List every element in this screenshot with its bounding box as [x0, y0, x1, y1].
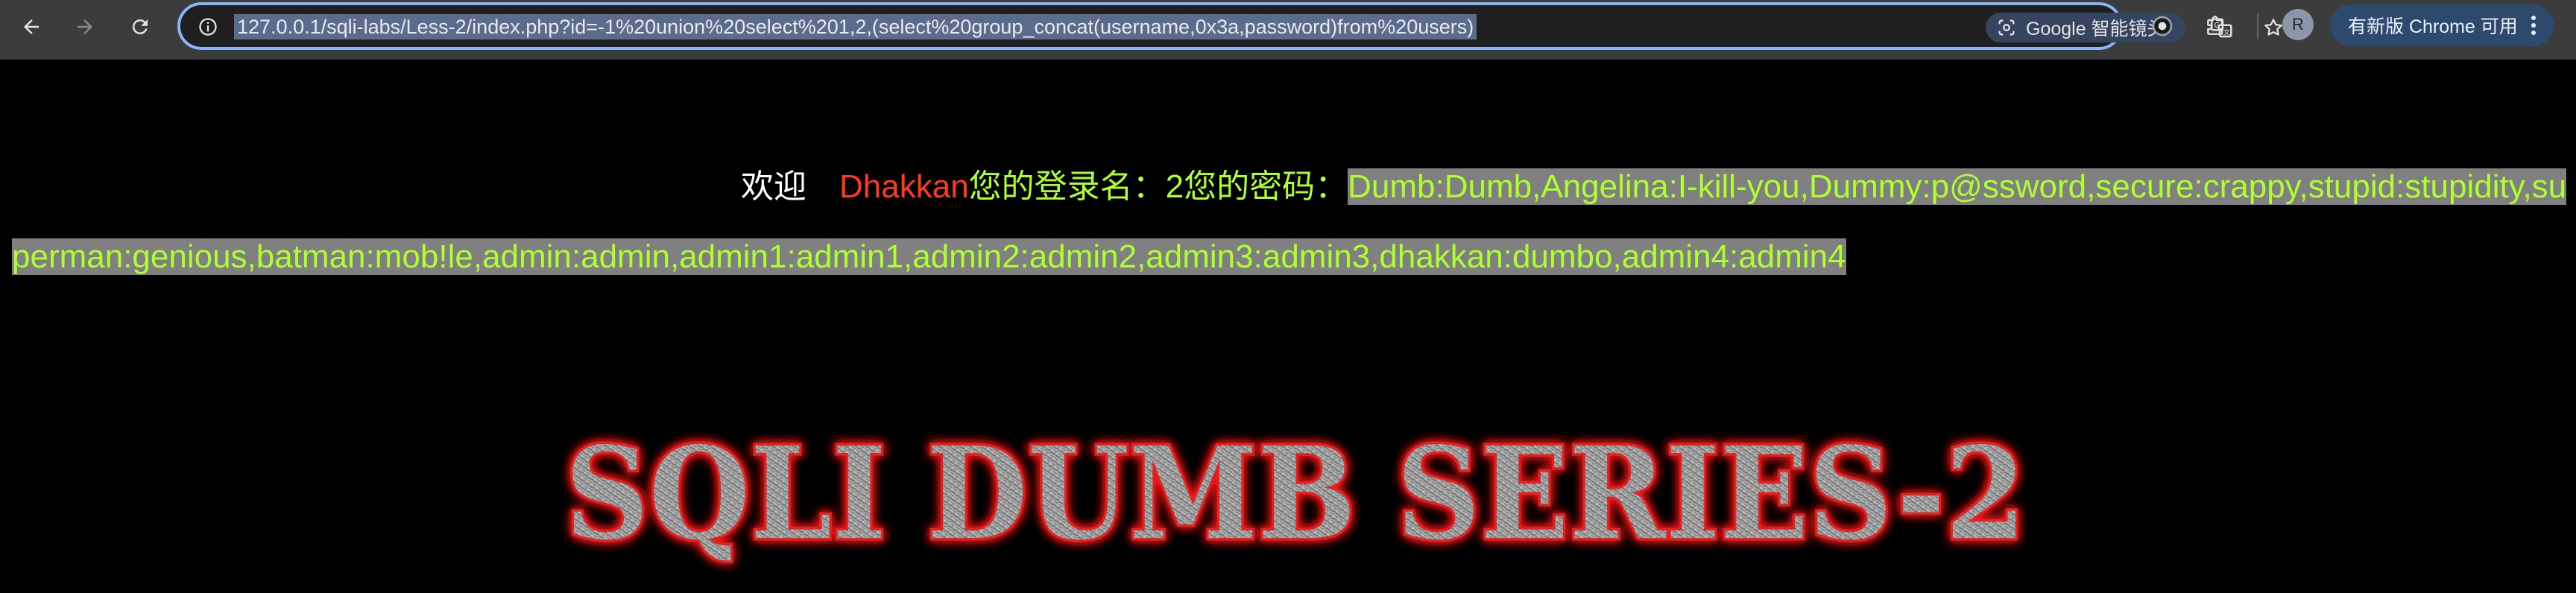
extension-record-icon[interactable]	[2147, 10, 2178, 42]
lens-label: Google 智能镜头	[2026, 19, 2166, 39]
user-name: Dhakkan	[839, 168, 969, 205]
page-content: 欢迎 Dhakkan您的登录名：2您的密码：Dumb:Dumb,Angelina:…	[0, 60, 2576, 574]
toolbar-separator	[2257, 13, 2258, 39]
address-bar[interactable]: 127.0.0.1/sqli-labs/Less-2/index.php?id=…	[177, 2, 2282, 50]
back-icon[interactable]	[16, 12, 46, 42]
sqli-dumb-series-banner: SQLI DUMB SERIES-2	[550, 396, 2041, 590]
chrome-update-button[interactable]: 有新版 Chrome 可用	[2330, 4, 2554, 46]
url-text[interactable]: 127.0.0.1/sqli-labs/Less-2/index.php?id=…	[234, 14, 1477, 39]
lens-icon	[1996, 17, 2017, 38]
result-message: 欢迎 Dhakkan您的登录名：2您的密码：Dumb:Dumb,Angelina:…	[0, 152, 2576, 292]
password-label: 您的密码：	[1184, 168, 1348, 205]
menu-kebab-icon	[2530, 14, 2537, 37]
welcome-label: 欢迎	[741, 168, 806, 205]
reload-icon[interactable]	[125, 12, 155, 42]
banner-text: SQLI DUMB SERIES-2	[565, 419, 2026, 568]
forward-icon[interactable]	[70, 12, 100, 42]
extensions-puzzle-icon[interactable]	[2200, 10, 2232, 42]
profile-avatar[interactable]: R	[2282, 9, 2314, 40]
login-name-label: 您的登录名：2	[968, 168, 1184, 205]
update-label: 有新版 Chrome 可用	[2348, 16, 2518, 37]
site-info-icon[interactable]	[195, 14, 221, 39]
browser-toolbar: 127.0.0.1/sqli-labs/Less-2/index.php?id=…	[0, 0, 2576, 60]
